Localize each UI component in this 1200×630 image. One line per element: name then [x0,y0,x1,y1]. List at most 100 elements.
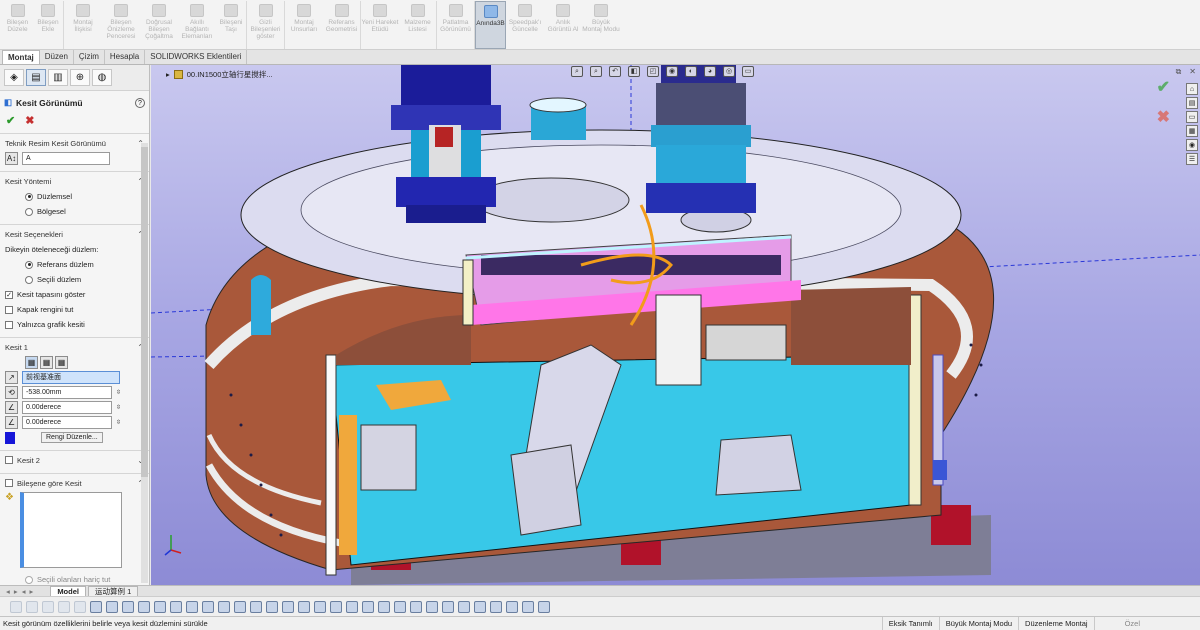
ribbon-button-show-hidden[interactable]: Gizli Bileşenleri göster [247,1,285,49]
planar-radio[interactable] [25,192,33,201]
toolbar-tool-icon[interactable] [250,600,262,613]
section-by-component-checkbox[interactable] [5,479,13,487]
restore-window-icon[interactable]: ⧉ [1176,67,1182,77]
ribbon-button-exploded-view[interactable]: Patlatma Görünümü [437,1,475,49]
home-icon[interactable]: ⌂ [1186,83,1198,95]
feature-tree-flyout[interactable]: ▸ 00.IN1500立轴行星搅拌... [166,69,273,80]
ribbon-button-large-assembly[interactable]: Büyük Montaj Modu [582,1,620,49]
toolbar-tool-icon[interactable] [426,600,438,613]
graphics-only-checkbox[interactable] [5,320,13,329]
section-plane-field[interactable]: 前视基准面 [22,371,120,384]
edit-appearance-icon[interactable]: ◕ [704,66,716,77]
offset-distance-field[interactable]: -538.00mm [22,386,112,399]
zoom-to-fit-icon[interactable]: ⌕ [571,66,583,77]
spinner-icon[interactable]: ⇳ [116,419,121,426]
view-settings-icon[interactable]: ▭ [742,66,754,77]
toolbar-tool-icon[interactable] [106,600,118,613]
appearances-icon[interactable]: ◉ [1186,139,1198,151]
toolbar-tool-icon[interactable] [266,600,278,613]
ribbon-button-bom[interactable]: Malzeme Listesi [399,1,437,49]
pm-scroll-thumb[interactable] [141,147,148,477]
toolbar-tool-icon[interactable] [330,600,342,613]
cm-tab-1[interactable]: Düzen [40,50,74,64]
show-section-cap-checkbox[interactable]: ✓ [5,290,13,299]
ribbon-button-move-component[interactable]: Bileşeni Taşı [216,1,247,49]
confirm-ok-icon[interactable]: ✔ [1157,77,1170,97]
toolbar-tool-icon[interactable] [202,600,214,613]
scene-icon[interactable]: ◎ [723,66,735,77]
tab-model[interactable]: Model [50,585,86,597]
toolbar-tool-icon[interactable] [410,600,422,613]
toolbar-tool-icon[interactable] [282,600,294,613]
right-plane-icon[interactable]: ▦ [55,356,68,369]
confirm-cancel-icon[interactable]: ✖ [1157,107,1170,127]
toolbar-tool-icon[interactable] [298,600,310,613]
toolbar-tool-icon[interactable] [490,600,502,613]
ribbon-button-instant3d[interactable]: Anında3B [475,1,506,49]
ribbon-button-edit-component[interactable]: Bileşen Düzele [2,1,33,49]
toolbar-tool-icon[interactable] [234,600,246,613]
toolbar-tool-icon[interactable] [506,600,518,613]
toolbar-tool-icon[interactable] [90,600,102,613]
toolbar-tool-icon[interactable] [10,600,22,613]
cm-tab-3[interactable]: Hesapla [105,50,146,64]
front-plane-icon[interactable]: ▦ [25,356,38,369]
section-label-field[interactable]: A [22,152,110,165]
pm-scrollbar[interactable] [141,143,148,583]
toolbar-tool-icon[interactable] [186,600,198,613]
cm-tab-0[interactable]: Montaj [2,50,40,64]
zoom-area-icon[interactable]: ⌕ [590,66,602,77]
close-window-icon[interactable]: ✕ [1189,67,1196,77]
ribbon-button-reference-geometry[interactable]: Referans Geometrisi [323,1,361,49]
hide-show-items-icon[interactable]: ◐ [685,66,697,77]
ribbon-button-speedpak[interactable]: Speedpak'ı Güncelle [506,1,544,49]
configuration-manager-tab-icon[interactable]: ▥ [48,69,68,86]
keep-cap-color-checkbox[interactable] [5,305,13,314]
top-plane-icon[interactable]: ▦ [40,356,53,369]
graphics-area[interactable]: ▸ 00.IN1500立轴行星搅拌... ⌕ ⌕ ↶ ◧ ◰ ◉ ◐ ◕ ◎ ▭… [151,65,1200,585]
display-style-icon[interactable]: ◉ [666,66,678,77]
tab-scroll-arrows-icon[interactable]: ◂ ▸ ◂ ▸ [6,587,34,596]
display-manager-tab-icon[interactable]: ◍ [92,69,112,86]
toolbar-tool-icon[interactable] [218,600,230,613]
dimxpert-tab-icon[interactable]: ⊕ [70,69,90,86]
help-icon[interactable]: ? [135,97,145,108]
ribbon-button-snapshot[interactable]: Anlık Görüntü Al [544,1,582,49]
ribbon-button-motion-study[interactable]: Yeni Hareket Etüdü [361,1,399,49]
ribbon-button-preview-window[interactable]: Bileşen Önizleme Penceresi [102,1,140,49]
cancel-x-icon[interactable]: ✖ [25,114,34,127]
property-manager-tab-icon[interactable]: ▤ [26,69,46,86]
tab-motion-study[interactable]: 运动算例 1 [87,585,139,597]
feature-manager-tab-icon[interactable]: ◈ [4,69,24,86]
toolbar-tool-icon[interactable] [522,600,534,613]
design-library-icon[interactable]: ▤ [1186,97,1198,109]
toolbar-tool-icon[interactable] [314,600,326,613]
reverse-direction-icon[interactable]: ↗ [5,371,18,384]
toolbar-tool-icon[interactable] [138,600,150,613]
ribbon-button-insert-component[interactable]: Bileşen Ekle [33,1,64,49]
selected-plane-radio[interactable] [25,275,33,284]
ribbon-button-mate[interactable]: Montaj İlişkisi [64,1,102,49]
status-units[interactable]: Özel [1093,617,1200,630]
section-2-checkbox[interactable] [5,456,13,464]
file-explorer-icon[interactable]: ▭ [1186,111,1198,123]
toolbar-tool-icon[interactable] [74,600,86,613]
cm-tab-2[interactable]: Çizim [74,50,105,64]
exclude-selected-radio[interactable] [25,575,33,584]
rotation-x-field[interactable]: 0.00derece [22,401,112,414]
ribbon-button-assembly-features[interactable]: Montaj Unsurları [285,1,323,49]
toolbar-tool-icon[interactable] [42,600,54,613]
toolbar-tool-icon[interactable] [170,600,182,613]
toolbar-tool-icon[interactable] [474,600,486,613]
toolbar-tool-icon[interactable] [458,600,470,613]
toolbar-tool-icon[interactable] [538,600,550,613]
edit-color-button[interactable]: Rengi Düzenle... [41,432,103,443]
toolbar-tool-icon[interactable] [442,600,454,613]
toolbar-tool-icon[interactable] [26,600,38,613]
toolbar-tool-icon[interactable] [362,600,374,613]
spinner-icon[interactable]: ⇳ [116,404,121,411]
reference-plane-radio[interactable] [25,260,33,269]
custom-properties-icon[interactable]: ☰ [1186,153,1198,165]
ok-check-icon[interactable]: ✔ [6,114,15,127]
color-swatch-icon[interactable] [5,431,15,444]
